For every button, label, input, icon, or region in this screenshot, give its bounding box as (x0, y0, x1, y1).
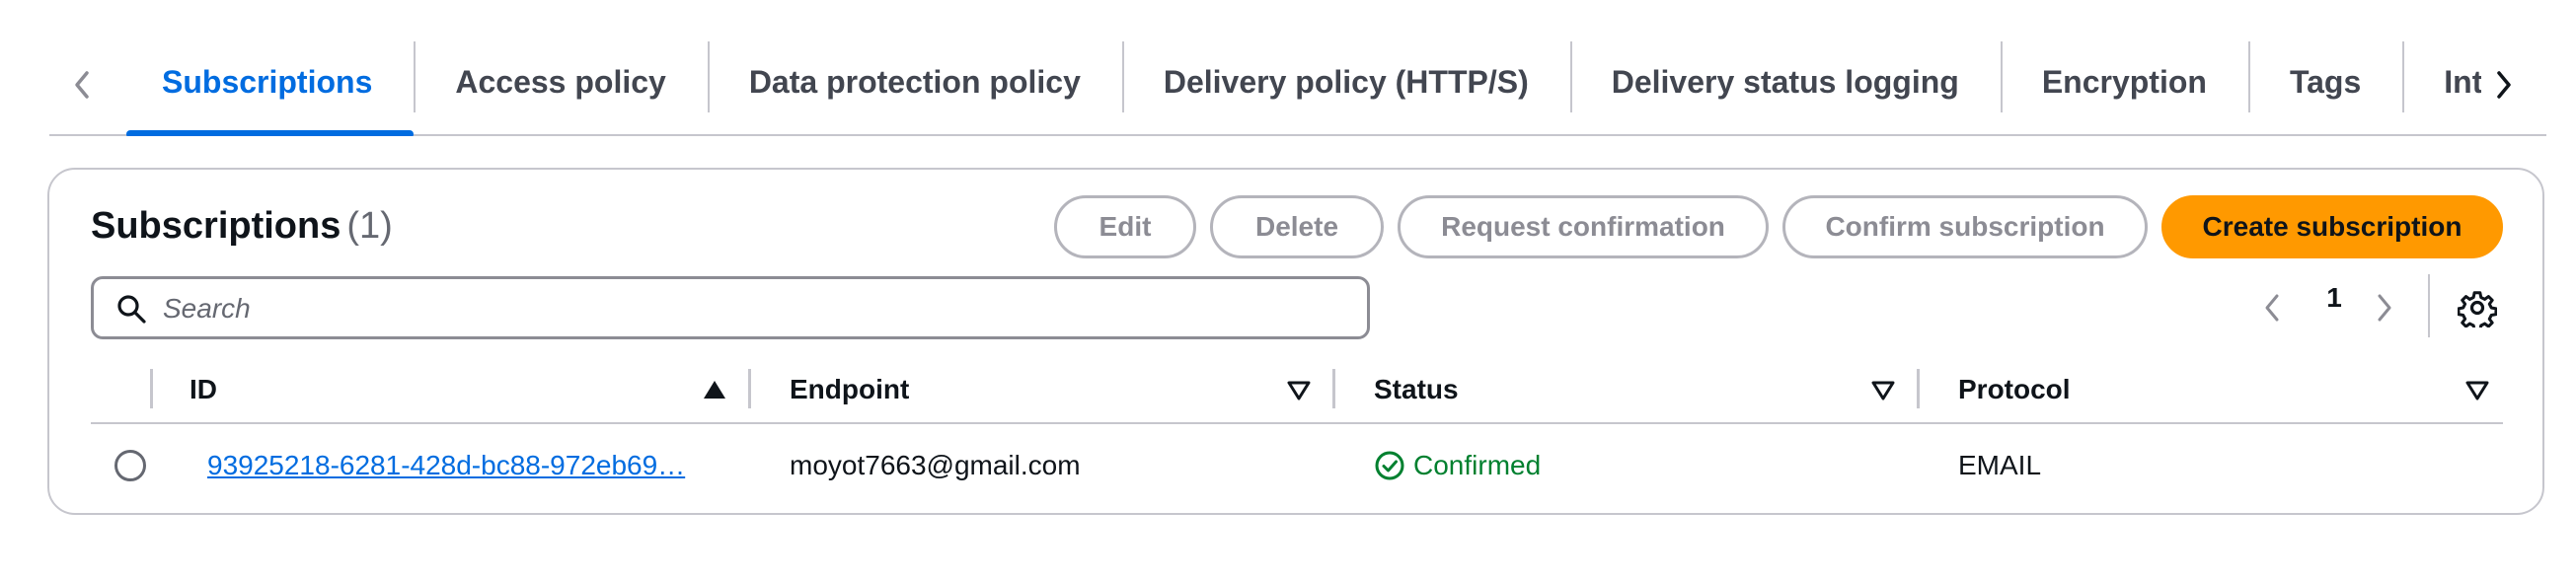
delete-button[interactable]: Delete (1210, 195, 1384, 258)
sort-ascending-icon[interactable] (701, 377, 728, 402)
sort-icon[interactable] (1869, 377, 1897, 402)
chevron-left-icon (2265, 294, 2279, 322)
sort-icon[interactable] (1285, 377, 1313, 402)
protocol-cell: EMAIL (1958, 450, 2042, 480)
pagination-divider (2428, 274, 2430, 337)
tab-bar: Subscriptions Access policy Data protect… (49, 28, 2546, 136)
search-input[interactable] (163, 287, 1347, 330)
tab-integrations[interactable]: Integrations (2402, 28, 2481, 136)
previous-page-button[interactable] (2262, 280, 2292, 335)
tab-access-policy[interactable]: Access policy (414, 28, 707, 136)
chevron-left-icon (75, 71, 89, 99)
column-header-endpoint[interactable]: Endpoint (790, 363, 909, 416)
tab-encryption[interactable]: Encryption (2000, 28, 2248, 136)
search-icon (117, 295, 146, 324)
column-separator[interactable] (1332, 369, 1335, 408)
panel-title: Subscriptions (1) (91, 205, 393, 248)
next-page-button[interactable] (2375, 280, 2404, 335)
column-separator (150, 369, 153, 408)
panel-title-text: Subscriptions (91, 205, 341, 247)
endpoint-cell: moyot7663@gmail.com (790, 450, 1081, 480)
chevron-right-icon (2497, 71, 2511, 99)
tabs-scroll-right-button[interactable] (2489, 65, 2519, 105)
chevron-right-icon (2378, 294, 2391, 322)
tabs-list: Subscriptions Access policy Data protect… (120, 28, 2481, 136)
column-header-id[interactable]: ID (189, 363, 217, 416)
column-header-status[interactable]: Status (1374, 363, 1459, 416)
tab-tags[interactable]: Tags (2247, 28, 2402, 136)
row-select-radio[interactable] (114, 450, 146, 481)
success-check-icon (1375, 451, 1404, 480)
tab-data-protection-policy[interactable]: Data protection policy (707, 28, 1122, 136)
gear-icon (2457, 291, 2498, 332)
subscriptions-panel: Subscriptions (1) Edit Delete Request con… (47, 168, 2544, 515)
tab-delivery-status-logging[interactable]: Delivery status logging (1569, 28, 2001, 136)
panel-count: (1) (346, 205, 393, 247)
tab-subscriptions[interactable]: Subscriptions (120, 28, 415, 136)
tab-delivery-policy[interactable]: Delivery policy (HTTP/S) (1121, 28, 1570, 136)
current-page-number[interactable]: 1 (2319, 282, 2349, 314)
confirm-subscription-button[interactable]: Confirm subscription (1782, 195, 2148, 258)
column-header-protocol[interactable]: Protocol (1958, 363, 2071, 416)
edit-button[interactable]: Edit (1054, 195, 1196, 258)
preferences-button[interactable] (2457, 288, 2498, 332)
create-subscription-button[interactable]: Create subscription (2161, 195, 2503, 258)
sort-icon[interactable] (2463, 377, 2491, 402)
tabs-scroll-left-button[interactable] (67, 65, 97, 105)
subscription-id-link[interactable]: 93925218-6281-428d-bc88-972eb69… (207, 446, 720, 485)
tabs-viewport: Subscriptions Access policy Data protect… (120, 28, 2481, 136)
column-separator[interactable] (748, 369, 751, 408)
table-header-divider (91, 422, 2503, 424)
search-field[interactable] (91, 276, 1370, 339)
status-cell: Confirmed (1374, 446, 1541, 485)
column-separator[interactable] (1917, 369, 1920, 408)
status-text: Confirmed (1413, 450, 1542, 480)
request-confirmation-button[interactable]: Request confirmation (1398, 195, 1769, 258)
